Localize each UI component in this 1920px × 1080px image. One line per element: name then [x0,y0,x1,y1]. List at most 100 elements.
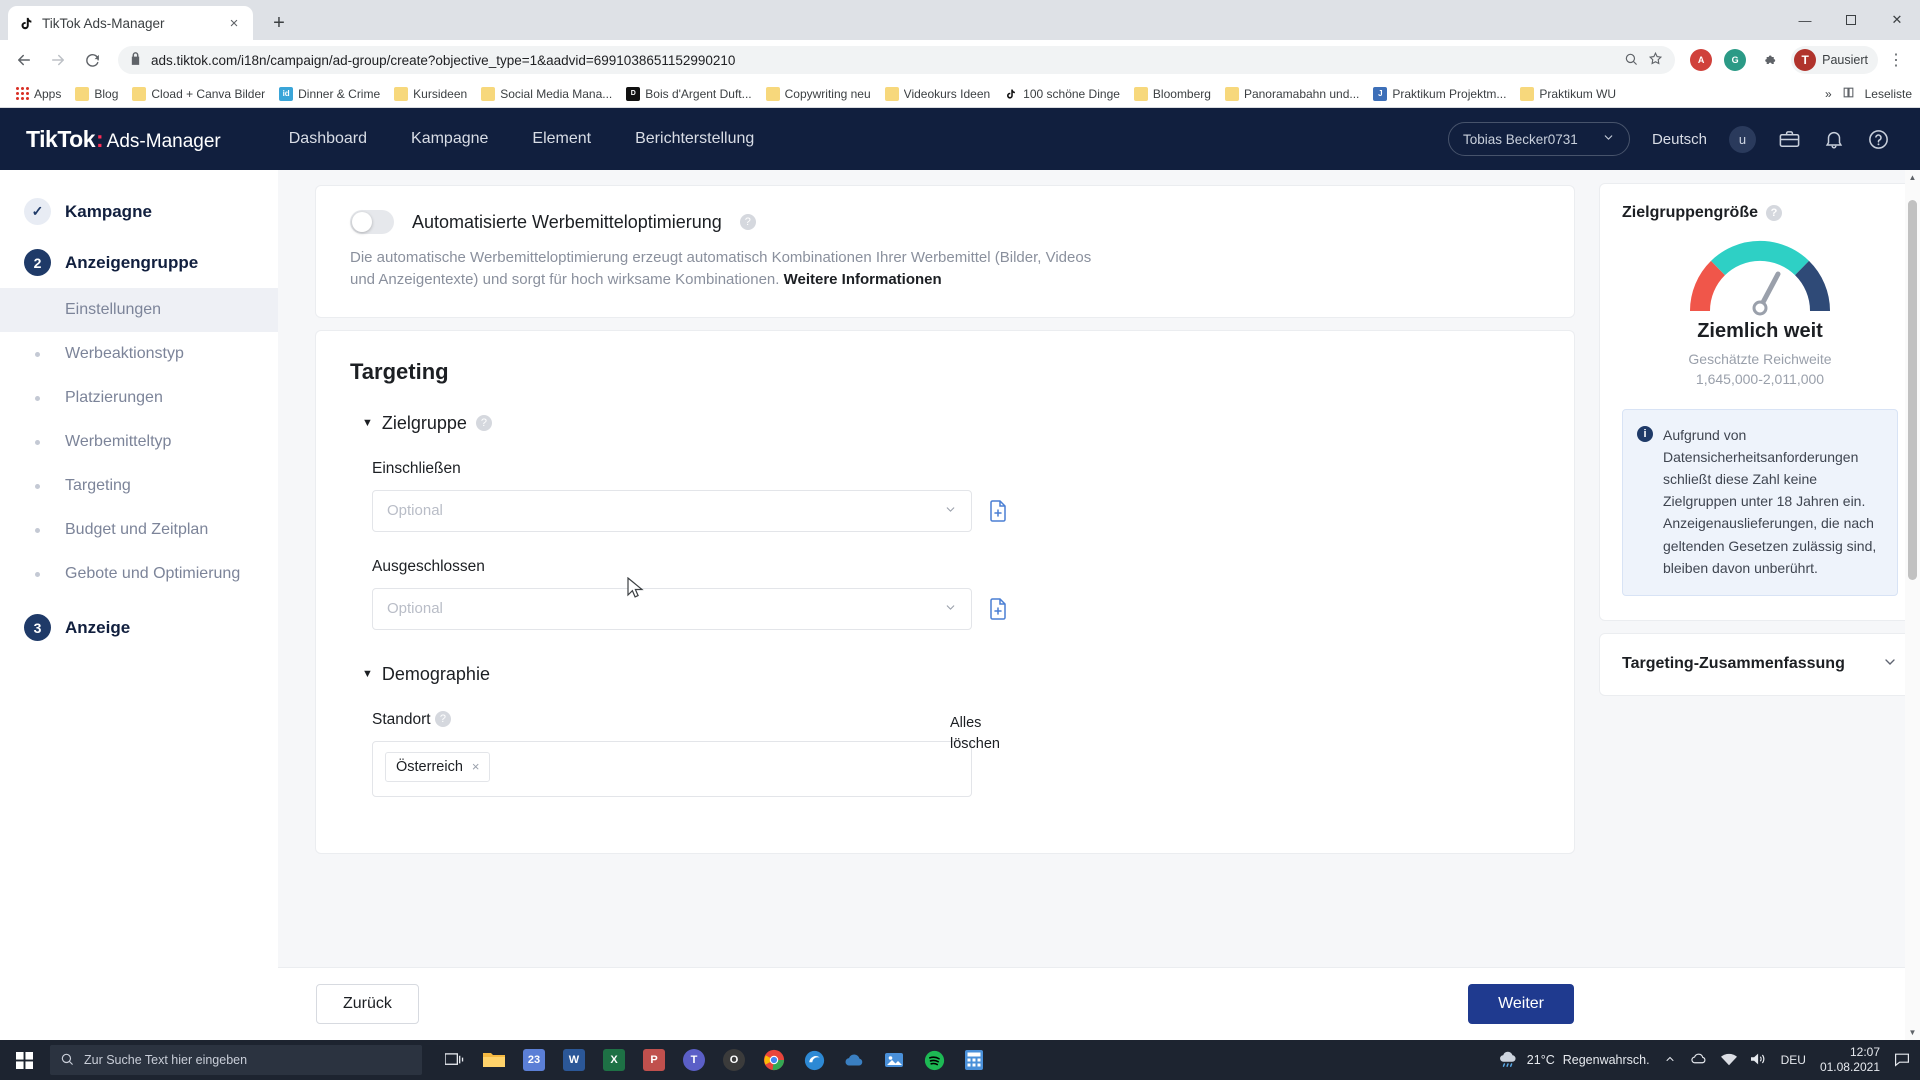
sidebar-item-targeting[interactable]: Targeting [0,464,278,508]
ausgeschlossen-select[interactable]: Optional [372,587,972,630]
nav-item-berichterstellung[interactable]: Berichterstellung [635,130,754,148]
chrome-app[interactable] [754,1040,794,1080]
bookmark-item[interactable]: id Dinner & Crime [272,84,387,104]
sidebar-item-budget-zeitplan[interactable]: Budget und Zeitplan [0,508,278,552]
profile-button[interactable]: T Pausiert [1791,46,1878,74]
question-mark-icon[interactable]: ? [475,415,492,431]
bookmark-item[interactable]: Copywriting neu [759,84,878,104]
powerpoint-app[interactable]: P [634,1040,674,1080]
close-icon[interactable]: × [225,14,243,32]
clear-all-button[interactable]: Alles löschen [950,713,1010,755]
question-mark-icon[interactable]: ? [434,711,451,728]
clock[interactable]: 12:07 01.08.2021 [1820,1045,1880,1075]
maximize-icon[interactable] [1828,4,1874,36]
automated-creative-optimization-toggle[interactable] [350,210,394,234]
volume-icon[interactable] [1750,1052,1767,1069]
language-selector[interactable]: Deutsch [1652,131,1707,148]
bookmark-item[interactable]: Cload + Canva Bilder [125,84,272,104]
targeting-summary-card[interactable]: Targeting-Zusammenfassung [1600,633,1920,695]
onedrive-app[interactable] [834,1040,874,1080]
back-icon[interactable] [8,44,40,76]
weather-widget[interactable]: 21°C Regenwahrsch. [1497,1050,1650,1071]
notification-icon[interactable] [1894,1051,1910,1070]
bookmark-item[interactable]: Blog [68,84,125,104]
sidebar-item-platzierungen[interactable]: Platzierungen [0,376,278,420]
sidebar-step-anzeigengruppe[interactable]: 2 Anzeigengruppe [0,237,278,288]
scrollbar-thumb[interactable] [1908,200,1917,580]
help-icon[interactable] [1867,128,1890,151]
ghostery-extension-icon[interactable]: G [1719,44,1751,76]
document-add-icon[interactable] [988,499,1008,522]
bookmark-item[interactable]: J Praktikum Projektm... [1366,84,1513,104]
windows-icon[interactable] [0,1040,48,1080]
store-app[interactable]: 23 [514,1040,554,1080]
scroll-up-icon[interactable]: ▲ [1905,170,1920,185]
location-tag[interactable]: Österreich × [385,751,491,782]
next-button[interactable]: Weiter [1468,984,1574,1024]
calculator-app[interactable] [954,1040,994,1080]
zielgruppe-section-header[interactable]: ▼ Zielgruppe ? [362,413,1540,434]
scroll-down-icon[interactable]: ▼ [1905,1025,1920,1040]
adblock-extension-icon[interactable]: A [1685,44,1717,76]
word-app[interactable]: W [554,1040,594,1080]
page-scrollbar[interactable]: ▲ ▼ [1905,170,1920,1040]
edge-app[interactable] [794,1040,834,1080]
document-add-icon[interactable] [988,597,1008,620]
excel-app[interactable]: X [594,1040,634,1080]
bookmark-item[interactable]: Social Media Mana... [474,84,619,104]
bookmark-item[interactable]: Bloomberg [1127,84,1218,104]
reading-list-icon[interactable] [1842,86,1855,102]
sidebar-step-kampagne[interactable]: ✓ Kampagne [0,186,278,237]
bookmark-item[interactable]: Videokurs Ideen [878,84,998,104]
more-info-link[interactable]: Weitere Informationen [784,271,942,288]
standort-tag-input[interactable]: Österreich × [372,740,972,797]
remove-tag-icon[interactable]: × [472,759,480,774]
nav-item-element[interactable]: Element [532,130,591,148]
bookmark-item[interactable]: 100 schöne Dinge [997,84,1127,104]
sidebar-item-einstellungen[interactable]: Einstellungen [0,288,278,332]
sidebar-item-werbemitteltyp[interactable]: Werbemitteltyp [0,420,278,464]
reload-icon[interactable] [76,44,108,76]
tiktok-ads-logo[interactable]: TikTok : Ads-Manager [26,126,221,153]
browser-tab[interactable]: TikTok Ads-Manager × [8,6,253,40]
language-indicator[interactable]: DEU [1781,1053,1806,1067]
cloud-icon[interactable] [1690,1052,1707,1068]
file-explorer-app[interactable] [474,1040,514,1080]
briefcase-icon[interactable] [1778,128,1801,151]
nav-item-kampagne[interactable]: Kampagne [411,130,488,148]
bookmarks-overflow-icon[interactable]: » [1825,87,1832,101]
einschliessen-select[interactable]: Optional [372,489,972,532]
back-button[interactable]: Zurück [316,984,419,1024]
reading-list-label[interactable]: Leseliste [1865,87,1912,101]
bookmark-item[interactable]: Kursideen [387,84,474,104]
bell-icon[interactable] [1823,128,1845,150]
photos-app[interactable] [874,1040,914,1080]
network-icon[interactable] [1720,1052,1737,1069]
task-view-icon[interactable] [434,1040,474,1080]
teams-app[interactable]: T [674,1040,714,1080]
demographie-section-header[interactable]: ▼ Demographie [362,664,1540,685]
search-input[interactable]: Zur Suche Text hier eingeben [50,1045,422,1075]
bookmark-item[interactable]: D Bois d'Argent Duft... [619,84,758,104]
forward-icon[interactable] [42,44,74,76]
bookmark-item[interactable]: Praktikum WU [1513,84,1623,104]
new-tab-button[interactable]: + [265,9,293,37]
avatar[interactable]: u [1729,125,1756,153]
browser-menu-icon[interactable]: ⋮ [1880,44,1912,76]
bookmark-item[interactable]: Panoramabahn und... [1218,84,1366,104]
sidebar-item-gebote-optimierung[interactable]: Gebote und Optimierung [0,552,278,596]
minimize-icon[interactable]: — [1782,4,1828,36]
address-bar[interactable]: ads.tiktok.com/i18n/campaign/ad-group/cr… [118,46,1676,74]
close-window-icon[interactable]: ✕ [1874,4,1920,36]
sidebar-step-anzeige[interactable]: 3 Anzeige [0,602,278,653]
chevron-up-icon[interactable] [1664,1053,1676,1068]
question-mark-icon[interactable]: ? [1766,205,1782,221]
puzzle-extension-icon[interactable] [1753,44,1785,76]
search-icon[interactable] [1624,52,1638,69]
star-icon[interactable] [1648,51,1663,69]
opera-app[interactable]: O [714,1040,754,1080]
bookmark-apps[interactable]: Apps [8,84,68,104]
spotify-app[interactable] [914,1040,954,1080]
account-selector[interactable]: Tobias Becker0731 [1447,122,1630,156]
nav-item-dashboard[interactable]: Dashboard [289,130,367,148]
